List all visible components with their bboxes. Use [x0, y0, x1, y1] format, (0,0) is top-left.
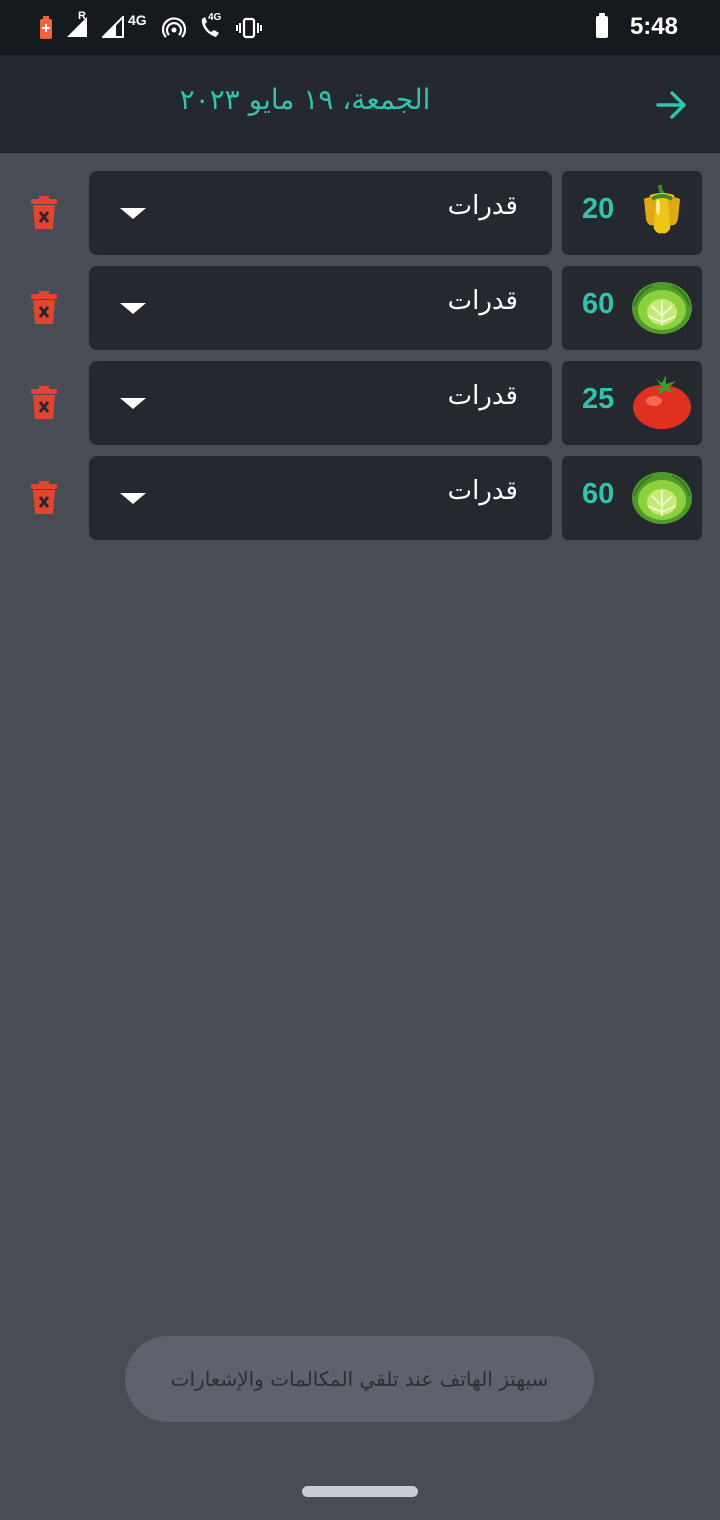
- status-bar: R 4G 4G 5:48: [0, 0, 720, 55]
- item-card[interactable]: 60: [562, 266, 702, 350]
- app-bar: الجمعة، ١٩ مايو ٢٠٢٣: [0, 55, 720, 153]
- item-quantity: 60: [582, 288, 615, 320]
- toast-message: سيهتز الهاتف عند تلقي المكالمات والإشعار…: [125, 1336, 594, 1422]
- cabbage-icon: [632, 282, 692, 334]
- page-title: الجمعة، ١٩ مايو ٢٠٢٣: [179, 83, 431, 116]
- tomato-icon: [633, 375, 691, 429]
- cabbage-icon: [632, 472, 692, 524]
- item-card[interactable]: 60: [562, 456, 702, 540]
- list-item: قدرات 60: [0, 456, 720, 540]
- item-quantity: 25: [582, 383, 615, 415]
- signal-icon: 4G: [100, 12, 150, 40]
- list-item: قدرات 25: [0, 361, 720, 445]
- battery-icon: [596, 13, 608, 38]
- caret-down-icon: [120, 303, 146, 314]
- caret-down-icon: [120, 398, 146, 409]
- category-dropdown[interactable]: قدرات: [89, 361, 552, 445]
- item-list: قدرات 20 قدرات 60 قدرات 25 قدرات 60: [0, 171, 720, 551]
- dropdown-value: قدرات: [447, 476, 518, 506]
- yellow-pepper-icon: [644, 184, 680, 234]
- status-time: 5:48: [629, 13, 678, 40]
- trash-icon[interactable]: [30, 290, 58, 326]
- trash-icon[interactable]: [30, 195, 58, 231]
- roaming-label: R: [78, 10, 86, 22]
- call-network-label: 4G: [208, 12, 222, 23]
- caret-down-icon: [120, 208, 146, 219]
- gesture-nav-handle[interactable]: [302, 1486, 418, 1497]
- vibrate-icon: [236, 17, 262, 39]
- dropdown-value: قدرات: [447, 381, 518, 411]
- list-item: قدرات 20: [0, 171, 720, 255]
- category-dropdown[interactable]: قدرات: [89, 456, 552, 540]
- trash-icon[interactable]: [30, 480, 58, 516]
- dropdown-value: قدرات: [447, 286, 518, 316]
- item-card[interactable]: 25: [562, 361, 702, 445]
- status-icons: R 4G 4G: [38, 10, 262, 42]
- item-quantity: 60: [582, 478, 615, 510]
- trash-icon[interactable]: [30, 385, 58, 421]
- dropdown-value: قدرات: [447, 191, 518, 221]
- arrow-right-icon[interactable]: [654, 87, 690, 123]
- network-label: 4G: [128, 12, 147, 28]
- caret-down-icon: [120, 493, 146, 504]
- category-dropdown[interactable]: قدرات: [89, 171, 552, 255]
- wifi-calling-icon: 4G: [198, 12, 224, 40]
- category-dropdown[interactable]: قدرات: [89, 266, 552, 350]
- signal-roaming-icon: R: [66, 10, 90, 40]
- item-quantity: 20: [582, 193, 615, 225]
- list-item: قدرات 60: [0, 266, 720, 350]
- hotspot-icon: [162, 17, 186, 38]
- item-card[interactable]: 20: [562, 171, 702, 255]
- battery-saver-icon: [40, 16, 52, 39]
